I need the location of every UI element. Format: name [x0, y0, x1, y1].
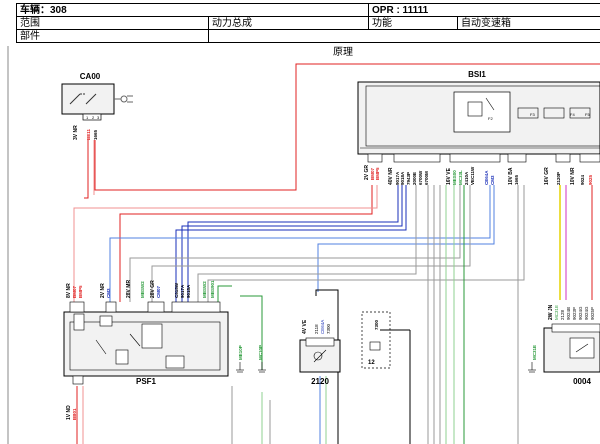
component-psf1: PSF1 [63, 301, 229, 386]
bsi-wire-mc33l: MC33L [458, 170, 463, 185]
ca00-wire-be11: BE11 [86, 128, 91, 140]
dotted-box-wire-7300: 7300 [374, 319, 379, 330]
component-bsi1: BSI1 F2 F3 F4 F5 [357, 70, 600, 163]
diagram-title: 原理 [333, 46, 353, 58]
function-cell: 功能 [368, 16, 458, 30]
bsi-wire-ce64a: CE64A [484, 170, 489, 185]
part-value-cell [208, 29, 600, 43]
bsi-wire-9018a: 9018A [400, 171, 405, 185]
c2120-pin-row [305, 337, 335, 347]
svg-text:F2: F2 [488, 116, 493, 121]
component-ca00: CA00 1 2 3 3V NR BE11 1665 [61, 72, 133, 140]
vehicle-label: 车辆：308 [20, 5, 67, 16]
bsi-wire-7943p: 7943P [406, 172, 411, 185]
dotted-box-number: 12 [368, 360, 375, 366]
opr-cell: OPR : 11111 [368, 3, 600, 17]
dotted-box-symbol [369, 341, 381, 351]
ground-label-mc10p: MC10P [258, 345, 263, 360]
ca00-wire-1665: 1665 [93, 129, 98, 140]
c2120-wire-2118: 2118 [314, 324, 319, 334]
psf-wire-mbs901: MBS901 [210, 280, 215, 298]
scope-cell: 范围 [16, 16, 209, 30]
c0004-wire-9024g-b: 9024G [584, 306, 589, 320]
svg-text:F3: F3 [530, 112, 535, 117]
bsi-wire-9025: 9025 [588, 174, 593, 185]
bsi-wire-2410a: 2410A [464, 171, 469, 185]
ca00-connector-label: 3V NR [73, 125, 79, 140]
c0004-pin-row [551, 323, 600, 333]
c0004-name: 0004 [573, 377, 591, 386]
ground-icon-mc10p [258, 362, 266, 373]
bsi-wire-mes00: MES00 [452, 170, 457, 185]
bsi-wire-6700m: 6700M [424, 171, 429, 185]
bsi-wire-2000e: 2000E [412, 172, 417, 185]
scope-label: 范围 [20, 18, 40, 29]
bsi-wire-vec11w: VEC11W [470, 166, 475, 185]
psf-wire-c515w: C515W [174, 282, 179, 298]
key-icon [114, 95, 133, 103]
bsi-wire-9024: 9024 [580, 174, 585, 185]
component-0004: 0004 2W JN MC31E 2128 9024B 9023P 9024G … [543, 304, 600, 386]
c0004-wire-9023p: 9023P [572, 307, 577, 320]
c2120-wire-ce64a: CE64A [320, 320, 325, 334]
ground-icon-me10p [236, 362, 244, 373]
part-cell: 部件 [16, 29, 209, 43]
c0004-wire-9024g: 9024G [578, 306, 583, 320]
ground-icon-mc31e [528, 362, 536, 373]
bsi-16vgr-label: 16V GR [544, 167, 550, 185]
bsi-wire-bmp5: BMP5 [375, 167, 380, 180]
psf-wire-bb01: BB01 [72, 408, 77, 420]
bsi-wire-1665: 1665 [514, 174, 519, 185]
dotted-component-box: 7300 12 [361, 311, 391, 369]
psf-wire-cm3: CM3 [106, 288, 111, 298]
bsi-wire-2120p: 2120P [556, 172, 561, 185]
c0004-wire-mc31e: MC31E [554, 305, 559, 320]
header-table: 车辆：308 OPR : 11111 范围 动力总成 功能 自动变速箱 部件 [0, 0, 600, 46]
c0004-wire-9025p: 9025P [590, 307, 595, 320]
function-value: 自动变速箱 [461, 18, 511, 29]
bsi1-connector-labels: 2V GR BM07 BMP5 40V NR 9017A 9018A 7943P… [364, 165, 593, 185]
c0004-wire-2128: 2128 [560, 309, 565, 320]
bsi-wire-6700w: 6700W [418, 170, 423, 185]
psf-wire-mbsw2: MBSW2 [140, 281, 145, 298]
bsi-wire-cm3: CM3 [490, 175, 495, 185]
c2120-name: 2120 [311, 377, 329, 386]
psf-28vmr-label: 28V MR [126, 280, 132, 298]
c2120-wire-7300: 7300 [326, 323, 331, 334]
bsi-10vnr-label: 10V NR [570, 167, 576, 185]
scope-value: 动力总成 [212, 18, 252, 29]
part-label: 部件 [20, 31, 40, 42]
psf-wire-9017a: 9017A [180, 284, 185, 298]
ca00-box [61, 83, 115, 115]
svg-text:F5: F5 [585, 112, 590, 117]
psf-wire-bmp5: BMP5 [78, 285, 83, 298]
ground-label-mc31e: MC31E [532, 345, 537, 360]
ground-symbols: ME10P MC10P MC31E [236, 345, 537, 373]
psf-wire-bm07: BM07 [72, 285, 77, 298]
opr-label: OPR : 11111 [372, 5, 429, 16]
psf-wire-mbsw2-b: MBSW2 [202, 281, 207, 298]
ca00-name: CA00 [80, 72, 101, 81]
wiring-diagram: 原理 CA00 1 2 3 3V NR BE11 1665 BSI1 F2F3 … [7, 46, 600, 444]
bsi1-pin-rows [367, 153, 600, 163]
function-label: 功能 [372, 18, 392, 29]
function-value-cell: 自动变速箱 [457, 16, 600, 30]
vehicle-cell: 车辆：308 [16, 3, 369, 17]
psf1-name: PSF1 [136, 377, 157, 386]
c0004-wire-9024b: 9024B [566, 307, 571, 320]
bsi1-name: BSI1 [468, 70, 486, 79]
psf-wire-cm07: CM07 [156, 285, 161, 298]
svg-text:F4: F4 [570, 112, 575, 117]
wire-red-ca00 [84, 140, 89, 199]
bsi-40vnr-label: 40V NR [388, 167, 394, 185]
component-2120: 2120 4V VE 2118 CE64A 7300 [299, 319, 341, 386]
psf-wire-9018a: 9018A [186, 284, 191, 298]
ground-label-me10p: ME10P [238, 345, 243, 360]
wire-black-box [380, 329, 411, 444]
c2120-4vve-label: 4V VE [302, 319, 308, 334]
scope-value-cell: 动力总成 [208, 16, 369, 30]
